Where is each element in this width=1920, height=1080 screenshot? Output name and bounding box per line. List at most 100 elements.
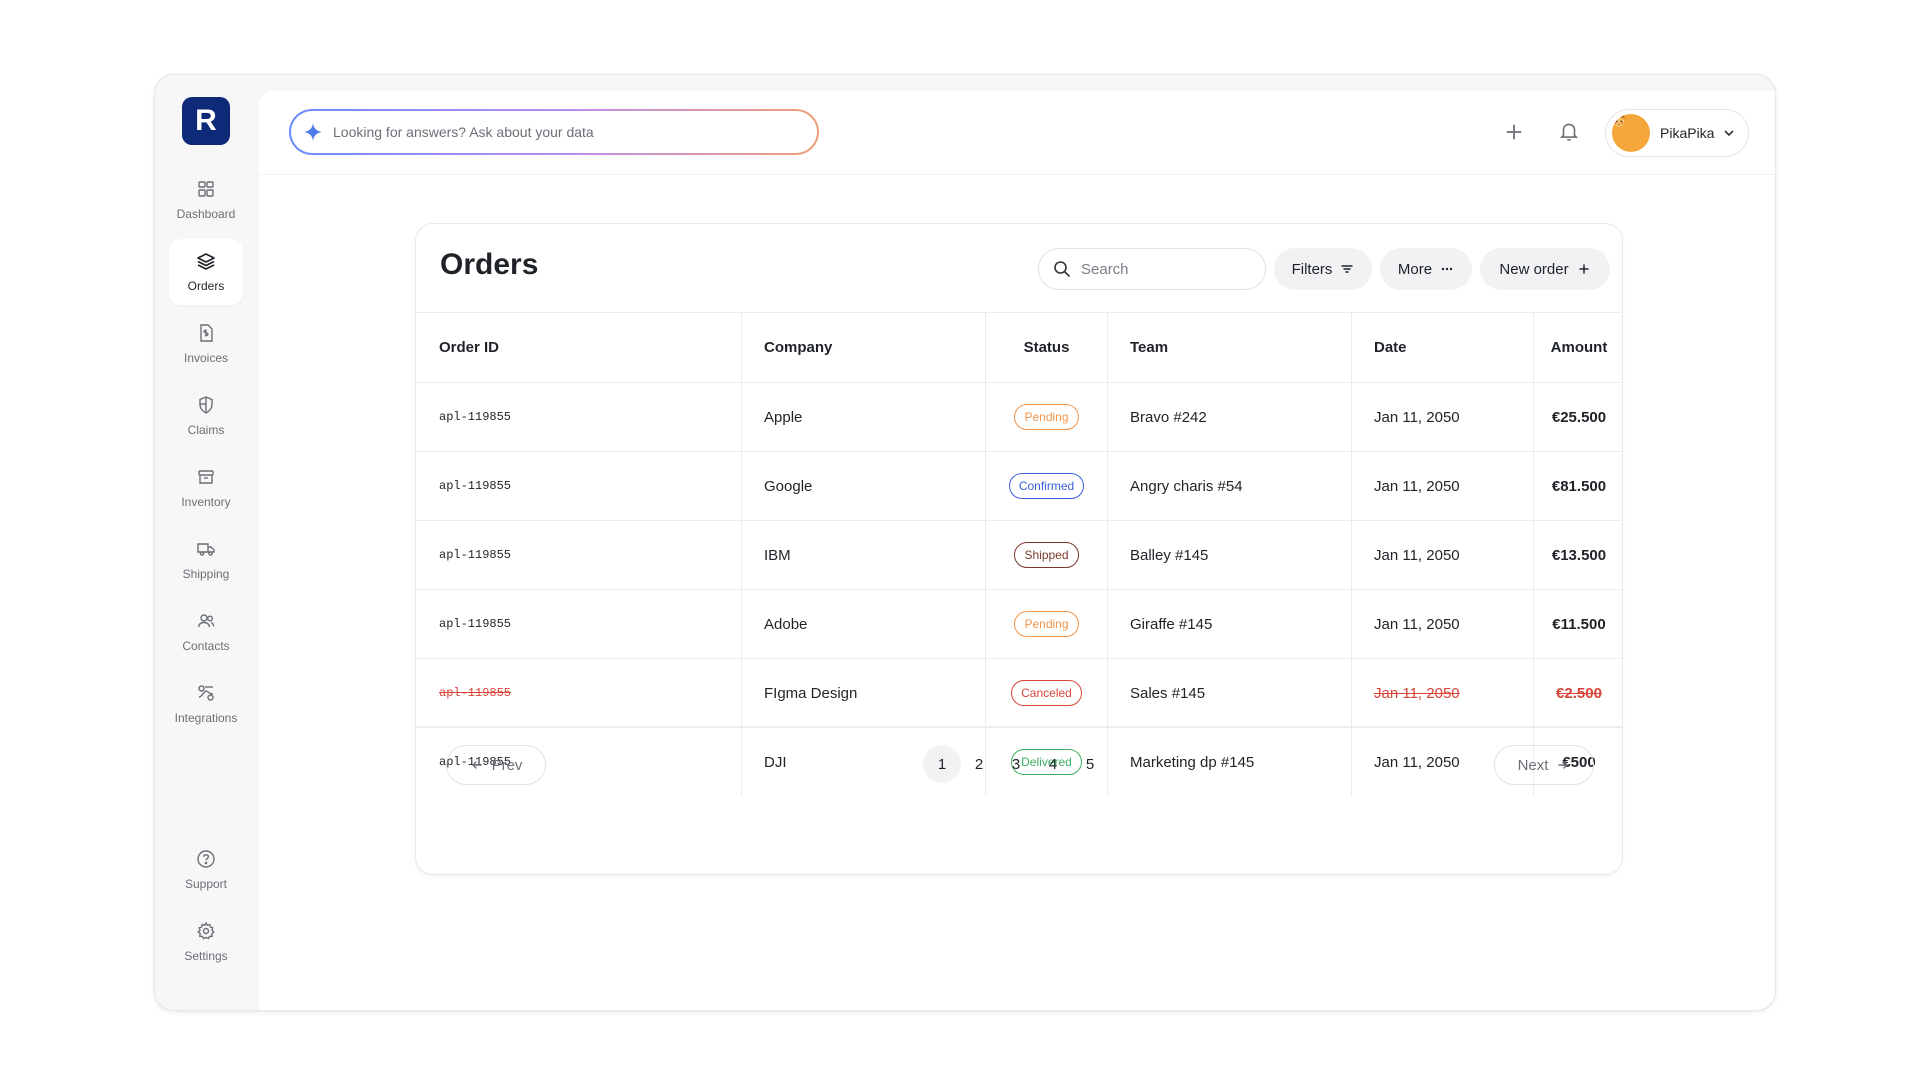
sidebar-item-invoices[interactable]: Invoices	[169, 311, 243, 377]
table-header: Order ID Company Status Team Date Amount	[416, 312, 1622, 382]
company-cell: IBM	[742, 521, 986, 589]
search-icon	[1054, 261, 1070, 277]
pagination: Prev 12345 Next	[416, 726, 1622, 874]
sidebar-item-label: Integrations	[174, 711, 238, 725]
status-badge: Confirmed	[1008, 473, 1085, 499]
sidebar-item-label: Dashboard	[176, 207, 236, 221]
user-menu[interactable]: PikaPika	[1605, 109, 1749, 157]
column-header[interactable]: Order ID	[416, 313, 742, 382]
invoice-icon	[200, 324, 213, 342]
users-icon	[197, 614, 215, 628]
prev-label: Prev	[491, 756, 523, 774]
status-cell: Confirmed	[986, 452, 1108, 520]
amount-cell: €81.500	[1551, 477, 1607, 495]
filters-button[interactable]: Filters	[1274, 248, 1372, 290]
plus-icon	[1578, 264, 1589, 274]
sidebar-item-claims[interactable]: Claims	[169, 383, 243, 449]
page-number-1[interactable]: 1	[923, 745, 961, 783]
ai-search-inner	[291, 111, 817, 153]
table-row[interactable]: apl-119855 FIgma Design Canceled Sales #145…	[416, 658, 1622, 727]
sidebar-item-label: Support	[184, 877, 228, 891]
column-header[interactable]: Company	[742, 313, 986, 382]
ai-search-input[interactable]	[333, 124, 773, 140]
topbar: PikaPika	[259, 91, 1775, 175]
status-badge: Shipped	[1014, 542, 1079, 568]
table-row[interactable]: apl-119855 Google Confirmed Angry charis #5…	[416, 451, 1622, 520]
sidebar-item-settings[interactable]: Settings	[169, 909, 243, 975]
team-cell: Balley #145	[1108, 521, 1352, 589]
table-row[interactable]: apl-119855 IBM Shipped Balley #145 Jan 11, 2…	[416, 520, 1622, 589]
bell-icon[interactable]	[1558, 120, 1580, 142]
date-cell: Jan 11, 2050	[1352, 452, 1534, 520]
order-id-cell: apl-119855	[416, 521, 742, 589]
sidebar-item-inventory[interactable]: Inventory	[169, 455, 243, 521]
ai-search-box[interactable]	[289, 109, 819, 155]
status-cell: Pending	[986, 383, 1108, 451]
status-badge: Pending	[1014, 404, 1079, 430]
amount-cell: €11.500	[1552, 615, 1606, 633]
sidebar: R Dashboard Orders Invoices Claims Inven…	[155, 75, 259, 1010]
column-header[interactable]: Team	[1108, 313, 1352, 382]
sidebar-item-integrations[interactable]: Integrations	[169, 671, 243, 737]
table-row[interactable]: apl-119855 Apple Pending Bravo #242 Jan 11, …	[416, 382, 1622, 451]
search-box[interactable]	[1038, 248, 1266, 290]
sidebar-item-contacts[interactable]: Contacts	[169, 599, 243, 665]
sidebar-item-label: Settings	[184, 949, 228, 963]
archive-icon	[198, 470, 214, 484]
order-id-cell: apl-119855	[416, 383, 742, 451]
help-icon	[197, 850, 215, 868]
dashboard-icon	[198, 181, 214, 197]
page-number-2[interactable]: 2	[960, 745, 998, 783]
column-header[interactable]: Amount	[1534, 313, 1622, 382]
sidebar-item-label: Claims	[187, 423, 225, 437]
search-input[interactable]	[1081, 260, 1251, 278]
team-cell: Bravo #242	[1108, 383, 1352, 451]
app-logo[interactable]: R	[182, 97, 230, 145]
column-header[interactable]: Date	[1352, 313, 1534, 382]
sidebar-item-orders[interactable]: Orders	[169, 239, 243, 305]
page-number-4[interactable]: 4	[1034, 745, 1072, 783]
amount-cell: €13.500	[1551, 546, 1607, 564]
team-cell: Sales #145	[1108, 659, 1352, 727]
layers-icon	[197, 253, 215, 270]
new-order-label: New order	[1499, 260, 1569, 278]
more-label: More	[1397, 260, 1433, 278]
filters-label: Filters	[1291, 260, 1333, 278]
integrations-icon	[198, 685, 214, 701]
sidebar-item-label: Shipping	[182, 567, 230, 581]
company-cell: Google	[742, 452, 986, 520]
date-cell: Jan 11, 2050	[1352, 590, 1534, 658]
amount-cell: €25.500	[1551, 408, 1607, 426]
order-id-cell: apl-119855	[416, 452, 742, 520]
more-button[interactable]: More	[1380, 248, 1472, 290]
sidebar-item-label: Contacts	[182, 639, 230, 653]
sidebar-item-shipping[interactable]: Shipping	[169, 527, 243, 593]
sidebar-item-dashboard[interactable]: Dashboard	[169, 167, 243, 233]
truck-icon	[197, 543, 215, 556]
column-header[interactable]: Status	[986, 313, 1108, 382]
page-number-5[interactable]: 5	[1071, 745, 1109, 783]
main-panel: PikaPika Orders Filters More New order	[259, 91, 1775, 1010]
avatar	[1612, 114, 1650, 152]
prev-button[interactable]: Prev	[446, 745, 546, 785]
page-number-3[interactable]: 3	[997, 745, 1035, 783]
company-cell: Adobe	[742, 590, 986, 658]
sidebar-nav: Dashboard Orders Invoices Claims Invento…	[169, 167, 243, 743]
team-cell: Giraffe #145	[1108, 590, 1352, 658]
sidebar-item-label: Invoices	[183, 351, 229, 365]
next-button[interactable]: Next	[1494, 745, 1594, 785]
date-cell: Jan 11, 2050	[1352, 521, 1534, 589]
sidebar-item-support[interactable]: Support	[169, 837, 243, 903]
plus-icon[interactable]	[1503, 121, 1525, 143]
sidebar-item-label: Inventory	[181, 495, 231, 509]
gear-icon	[197, 921, 215, 940]
orders-table: Order ID Company Status Team Date Amount…	[416, 312, 1622, 796]
new-order-button[interactable]: New order	[1480, 248, 1610, 290]
chevron-down-icon	[1724, 130, 1735, 137]
avatar-face-icon	[1612, 114, 1626, 128]
sidebar-item-label: Orders	[187, 279, 225, 293]
shield-icon	[199, 396, 213, 414]
table-row[interactable]: apl-119855 Adobe Pending Giraffe #145 Jan 11…	[416, 589, 1622, 658]
sparkle-icon	[304, 123, 322, 141]
company-cell: FIgma Design	[742, 659, 986, 727]
